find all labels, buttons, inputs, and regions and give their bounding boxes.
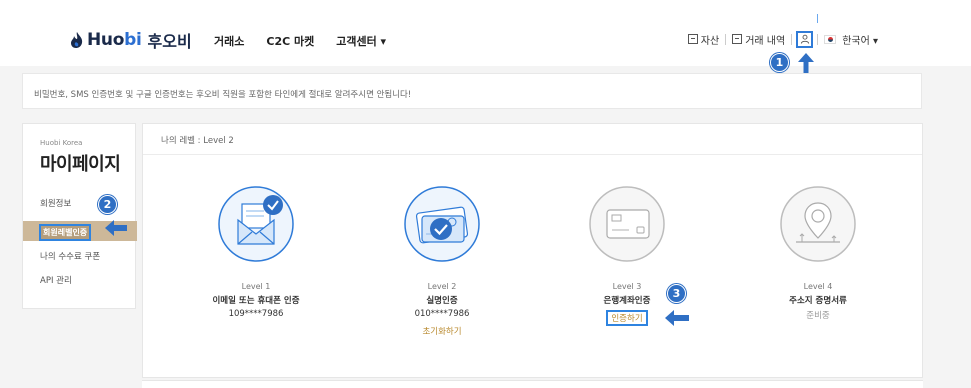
level-card-3: Level 3 은행계좌인증 인증하기: [552, 186, 702, 326]
sidebar-item-member-level[interactable]: 회원레벨인증: [39, 224, 92, 241]
level-2-desc: 실명인증: [426, 296, 458, 306]
annotation-badge-1: 1: [770, 53, 789, 72]
main-nav: 거래소 C2C 마켓 고객센터 ▾: [214, 33, 386, 49]
korea-flag-icon: [824, 34, 837, 44]
logo-korean: 후오비: [147, 32, 192, 51]
email-verify-icon: [218, 186, 294, 262]
security-notice: 비밀번호, SMS 인증번호 및 구글 인증번호는 후오비 직원을 포함한 타인…: [22, 73, 922, 109]
level-4-status: 준비중: [806, 311, 830, 321]
sidebar-subtitle: Huobi Korea: [40, 139, 83, 147]
huobi-logo[interactable]: Huobi 후오비: [70, 28, 192, 52]
arrow-left-icon: [665, 310, 689, 326]
bottom-panel-edge: [142, 380, 923, 388]
address-proof-icon: [780, 186, 856, 262]
user-icon: [800, 34, 809, 44]
level-1-name: Level 1: [241, 282, 271, 291]
language-label: 한국어 ▾: [842, 35, 878, 47]
nav-exchange[interactable]: 거래소: [214, 33, 244, 49]
language-selector[interactable]: 한국어 ▾: [818, 32, 884, 47]
header-right-nav: 자산 거래 내역 한국어 ▾: [682, 30, 884, 48]
nav-c2c-market[interactable]: C2C 마켓: [266, 33, 314, 49]
level-card-1: Level 1 이메일 또는 휴대폰 인증 109****7986: [181, 186, 331, 319]
sidebar-item-fee-coupon[interactable]: 나의 수수료 쿠폰: [40, 250, 100, 262]
verify-button[interactable]: 인증하기: [606, 310, 648, 326]
trade-history-link[interactable]: 거래 내역: [726, 32, 791, 47]
level-panel: 나의 레벨 : Level 2 Level 1 이메일 또는 휴대폰 인증 10…: [142, 123, 923, 378]
divider: [791, 33, 793, 45]
reset-link[interactable]: 초기화하기: [422, 325, 461, 337]
assets-link[interactable]: 자산: [682, 32, 725, 47]
bank-card-icon: [589, 186, 665, 262]
arrow-left-icon: [105, 220, 127, 236]
indicator-mark: [817, 14, 818, 23]
arrow-up-icon: [798, 53, 814, 73]
level-2-value: 010****7986: [414, 309, 470, 319]
user-account-button[interactable]: [796, 30, 814, 48]
sidebar-item-member-info[interactable]: 회원정보: [40, 197, 71, 209]
level-1-value: 109****7986: [228, 309, 284, 319]
assets-label: 자산: [700, 35, 720, 47]
annotation-badge-3: 3: [667, 284, 686, 303]
list-icon: [732, 34, 743, 44]
level-card-2: Level 2 실명인증 010****7986 초기화하기: [367, 186, 517, 338]
mypage-sidebar: Huobi Korea 마이페이지 회원정보 회원레벨인증 나의 수수료 쿠폰 …: [22, 123, 137, 309]
id-verify-icon: [404, 186, 480, 262]
level-card-4: Level 4 주소지 증명서류 준비중: [743, 186, 893, 321]
current-level-header: 나의 레벨 : Level 2: [143, 124, 922, 155]
flame-logo-icon: [71, 32, 83, 48]
wallet-icon: [687, 34, 698, 44]
sidebar-title: 마이페이지: [40, 154, 121, 175]
annotation-badge-2: 2: [98, 195, 117, 214]
top-header: Huobi 후오비 거래소 C2C 마켓 고객센터 ▾ 자산 거래 내역 한국어…: [0, 0, 971, 66]
logo-text: Huobi: [87, 30, 142, 50]
sidebar-item-api[interactable]: API 관리: [40, 274, 72, 286]
level-2-name: Level 2: [427, 282, 457, 291]
level-1-desc: 이메일 또는 휴대폰 인증: [212, 296, 300, 306]
level-4-desc: 주소지 증명서류: [789, 296, 847, 306]
nav-customer-center[interactable]: 고객센터 ▾: [336, 33, 386, 49]
level-4-name: Level 4: [803, 282, 833, 291]
trade-history-label: 거래 내역: [745, 35, 786, 47]
